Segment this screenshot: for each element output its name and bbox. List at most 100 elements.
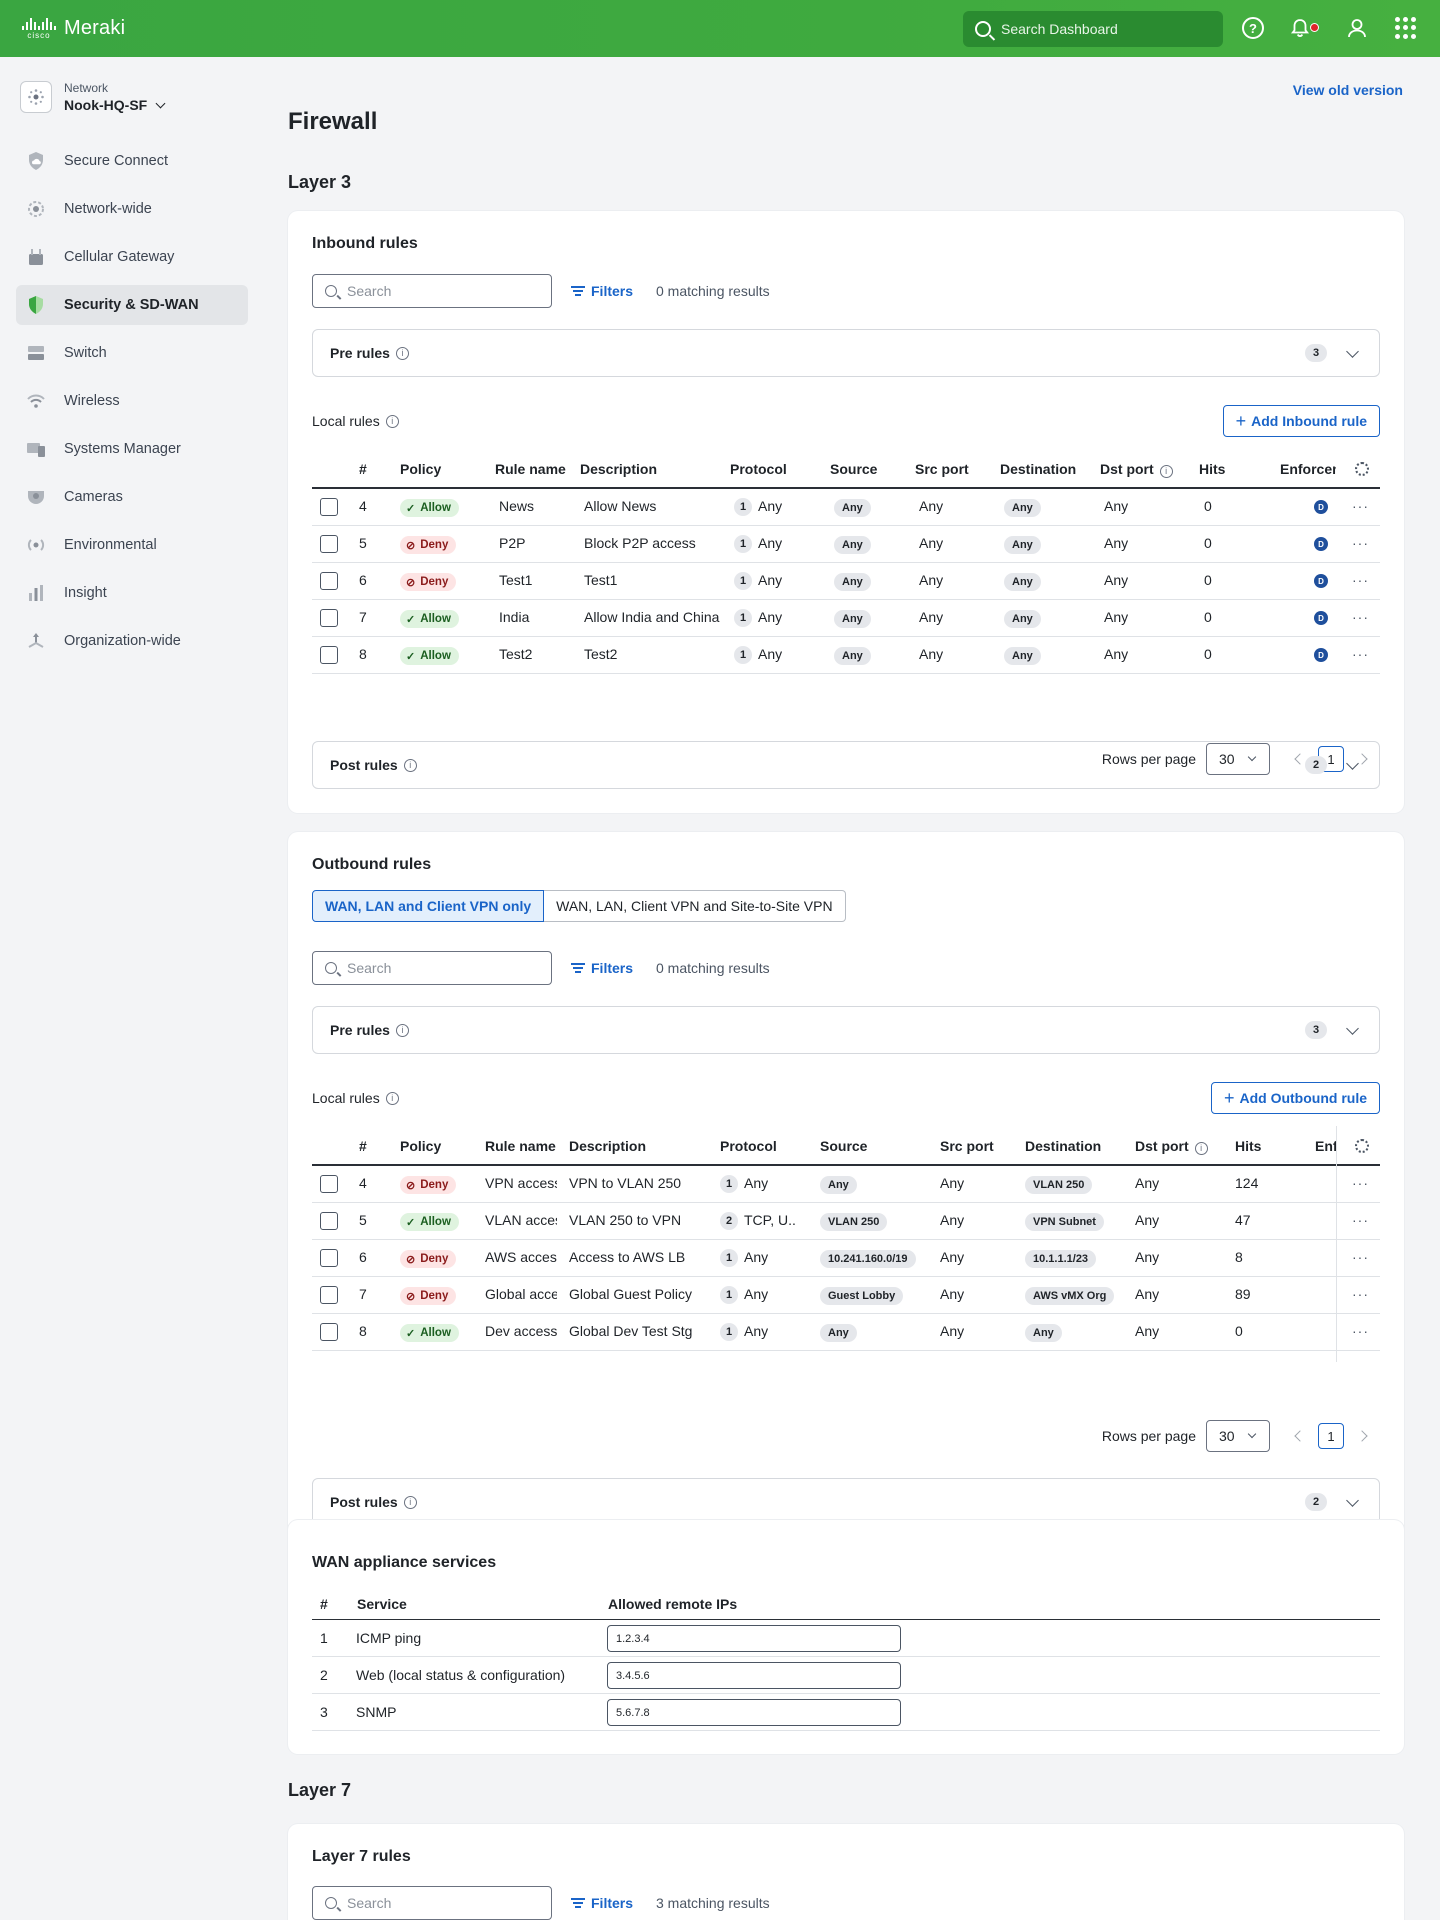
row-actions-more-icon[interactable]: ··· bbox=[1352, 646, 1369, 662]
col-dst-port[interactable]: Dst port i bbox=[1100, 461, 1173, 478]
col-rule-name[interactable]: Rule name bbox=[495, 461, 566, 477]
sidebar-item-cellular-gateway[interactable]: Cellular Gateway bbox=[16, 237, 248, 277]
info-icon[interactable]: i bbox=[395, 1023, 409, 1037]
row-actions-more-icon[interactable]: ··· bbox=[1352, 1249, 1369, 1265]
add-inbound-rule-button[interactable]: + Add Inbound rule bbox=[1222, 405, 1380, 437]
prev-page-icon[interactable] bbox=[1294, 1430, 1306, 1442]
sidebar-item-secure-connect[interactable]: Secure Connect bbox=[16, 141, 248, 181]
sidebar-item-insight[interactable]: Insight bbox=[16, 573, 248, 613]
col-enforcement[interactable]: Enforcement bbox=[1315, 1138, 1337, 1154]
inbound-pre-rules-toggle[interactable]: Pre rules i 3 bbox=[312, 329, 1380, 377]
row-actions-more-icon[interactable]: ··· bbox=[1352, 609, 1369, 625]
user-icon[interactable] bbox=[1346, 17, 1368, 39]
info-icon[interactable]: i bbox=[403, 758, 417, 772]
network-selector[interactable]: Network Nook-HQ-SF bbox=[20, 81, 166, 113]
info-icon[interactable]: i bbox=[1194, 1141, 1208, 1155]
allowed-ips-textarea[interactable]: 5.6.7.8 bbox=[607, 1699, 901, 1726]
col-policy[interactable]: Policy bbox=[400, 461, 441, 477]
info-icon[interactable]: i bbox=[385, 1091, 399, 1105]
tab-wan-lan-client-vpn[interactable]: WAN, LAN and Client VPN only bbox=[312, 890, 545, 922]
row-checkbox[interactable] bbox=[320, 535, 338, 553]
table-row[interactable]: 6 ⊘ Deny AWS access Access to AWS LB 1 Any 10.2… bbox=[312, 1240, 1380, 1277]
col-description[interactable]: Description bbox=[569, 1138, 646, 1154]
layer7-search-input[interactable]: Search bbox=[312, 1886, 552, 1920]
col-protocol[interactable]: Protocol bbox=[720, 1138, 777, 1154]
info-icon[interactable]: i bbox=[403, 1495, 417, 1509]
table-row[interactable]: 8 ✓ Allow Dev access Global Dev Test Stg 1 Any… bbox=[312, 1314, 1380, 1351]
row-actions-more-icon[interactable]: ··· bbox=[1352, 1212, 1369, 1228]
tab-wan-lan-client-site-vpn[interactable]: WAN, LAN, Client VPN and Site-to-Site VP… bbox=[544, 890, 846, 922]
row-checkbox[interactable] bbox=[320, 498, 338, 516]
col-rule-name[interactable]: Rule name bbox=[485, 1138, 556, 1154]
row-checkbox[interactable] bbox=[320, 1323, 338, 1341]
table-row[interactable]: 5 ⊘ Deny P2P Block P2P access 1 Any Any Any Any An… bbox=[312, 526, 1380, 563]
sidebar-item-security-sd-wan[interactable]: Security & SD-WAN bbox=[16, 285, 248, 325]
view-old-version-link[interactable]: View old version bbox=[1293, 82, 1403, 98]
col-dst-port[interactable]: Dst port i bbox=[1135, 1138, 1208, 1155]
col-num[interactable]: # bbox=[359, 461, 367, 477]
row-checkbox[interactable] bbox=[320, 572, 338, 590]
outbound-pre-rules-toggle[interactable]: Pre rules i 3 bbox=[312, 1006, 1380, 1054]
row-actions-more-icon[interactable]: ··· bbox=[1352, 1323, 1369, 1339]
rows-per-page-select[interactable]: 30 bbox=[1206, 1420, 1270, 1452]
help-icon[interactable]: ? bbox=[1242, 17, 1264, 39]
col-protocol[interactable]: Protocol bbox=[730, 461, 787, 477]
col-num[interactable]: # bbox=[359, 1138, 367, 1154]
row-checkbox[interactable] bbox=[320, 1175, 338, 1193]
row-checkbox[interactable] bbox=[320, 609, 338, 627]
table-row[interactable]: 4 ⊘ Deny VPN access VPN to VLAN 250 1 Any Any An… bbox=[312, 1166, 1380, 1203]
meraki-logo[interactable]: cisco Meraki bbox=[22, 17, 125, 40]
table-row[interactable]: 5 ✓Allow VLAN access VLAN 250 to VPN 2TCP, U… bbox=[312, 1203, 1380, 1240]
col-enforcement[interactable]: Enforcement bbox=[1280, 461, 1336, 477]
allowed-ips-textarea[interactable]: 3.4.5.6 bbox=[607, 1662, 901, 1689]
info-icon[interactable]: i bbox=[1159, 464, 1173, 478]
next-page-icon[interactable] bbox=[1356, 1430, 1368, 1442]
sidebar-item-cameras[interactable]: Cameras bbox=[16, 477, 248, 517]
row-checkbox[interactable] bbox=[320, 1249, 338, 1267]
table-row[interactable]: 7 ✓ Allow India Allow India and China 1 Any Any… bbox=[312, 600, 1380, 637]
sidebar-item-network-wide[interactable]: Network-wide bbox=[16, 189, 248, 229]
sidebar-item-systems-manager[interactable]: Systems Manager bbox=[16, 429, 248, 469]
row-checkbox[interactable] bbox=[320, 1286, 338, 1304]
col-hits[interactable]: Hits bbox=[1235, 1138, 1261, 1154]
sidebar-item-organization-wide[interactable]: Organization-wide bbox=[16, 621, 248, 661]
sidebar-item-wireless[interactable]: Wireless bbox=[16, 381, 248, 421]
table-row[interactable]: 6 ⊘ Deny Test1 Test1 1 Any Any Any Any Any 0 D ··· bbox=[312, 563, 1380, 600]
table-settings-gear-icon[interactable] bbox=[1355, 462, 1369, 476]
layer7-filters-button[interactable]: Filters bbox=[571, 1895, 633, 1911]
inbound-filters-button[interactable]: Filters bbox=[571, 283, 633, 299]
col-description[interactable]: Description bbox=[580, 461, 657, 477]
col-destination[interactable]: Destination bbox=[1025, 1138, 1101, 1154]
info-icon[interactable]: i bbox=[385, 414, 399, 428]
inbound-search-input[interactable]: Search bbox=[312, 274, 552, 308]
col-src-port[interactable]: Src port bbox=[915, 461, 969, 477]
table-row[interactable]: 8 ✓ Allow Test2 Test2 1 Any Any Any Any Any 0 D ··· bbox=[312, 637, 1380, 674]
outbound-filters-button[interactable]: Filters bbox=[571, 960, 633, 976]
row-actions-more-icon[interactable]: ··· bbox=[1352, 498, 1369, 514]
col-policy[interactable]: Policy bbox=[400, 1138, 441, 1154]
sidebar-item-environmental[interactable]: Environmental bbox=[16, 525, 248, 565]
inbound-post-rules-toggle[interactable]: Post rules i 2 bbox=[312, 741, 1380, 789]
table-row[interactable]: 4 ✓ Allow News Allow News 1 Any Any Any Any Any 0 D ·… bbox=[312, 489, 1380, 526]
row-actions-more-icon[interactable]: ··· bbox=[1352, 1175, 1369, 1191]
add-outbound-rule-button[interactable]: + Add Outbound rule bbox=[1210, 1082, 1380, 1114]
col-destination[interactable]: Destination bbox=[1000, 461, 1076, 477]
row-actions-more-icon[interactable]: ··· bbox=[1352, 1286, 1369, 1302]
allowed-ips-textarea[interactable]: 1.2.3.4 bbox=[607, 1625, 901, 1652]
dashboard-search-input[interactable]: Search Dashboard bbox=[963, 11, 1223, 47]
table-settings-gear-icon[interactable] bbox=[1355, 1139, 1369, 1153]
outbound-post-rules-toggle[interactable]: Post rules i 2 bbox=[312, 1478, 1380, 1526]
page-number-button[interactable]: 1 bbox=[1318, 1423, 1344, 1449]
col-source[interactable]: Source bbox=[820, 1138, 867, 1154]
row-checkbox[interactable] bbox=[320, 646, 338, 664]
col-src-port[interactable]: Src port bbox=[940, 1138, 994, 1154]
bell-icon[interactable] bbox=[1289, 17, 1319, 39]
sidebar-item-switch[interactable]: Switch bbox=[16, 333, 248, 373]
table-row[interactable]: 7⊘DenyGlobal accessGlobal Guest Policy1A… bbox=[312, 1277, 1380, 1314]
row-checkbox[interactable] bbox=[320, 1212, 338, 1230]
outbound-search-input[interactable]: Search bbox=[312, 951, 552, 985]
col-source[interactable]: Source bbox=[830, 461, 877, 477]
row-actions-more-icon[interactable]: ··· bbox=[1352, 572, 1369, 588]
row-actions-more-icon[interactable]: ··· bbox=[1352, 535, 1369, 551]
info-icon[interactable]: i bbox=[395, 346, 409, 360]
